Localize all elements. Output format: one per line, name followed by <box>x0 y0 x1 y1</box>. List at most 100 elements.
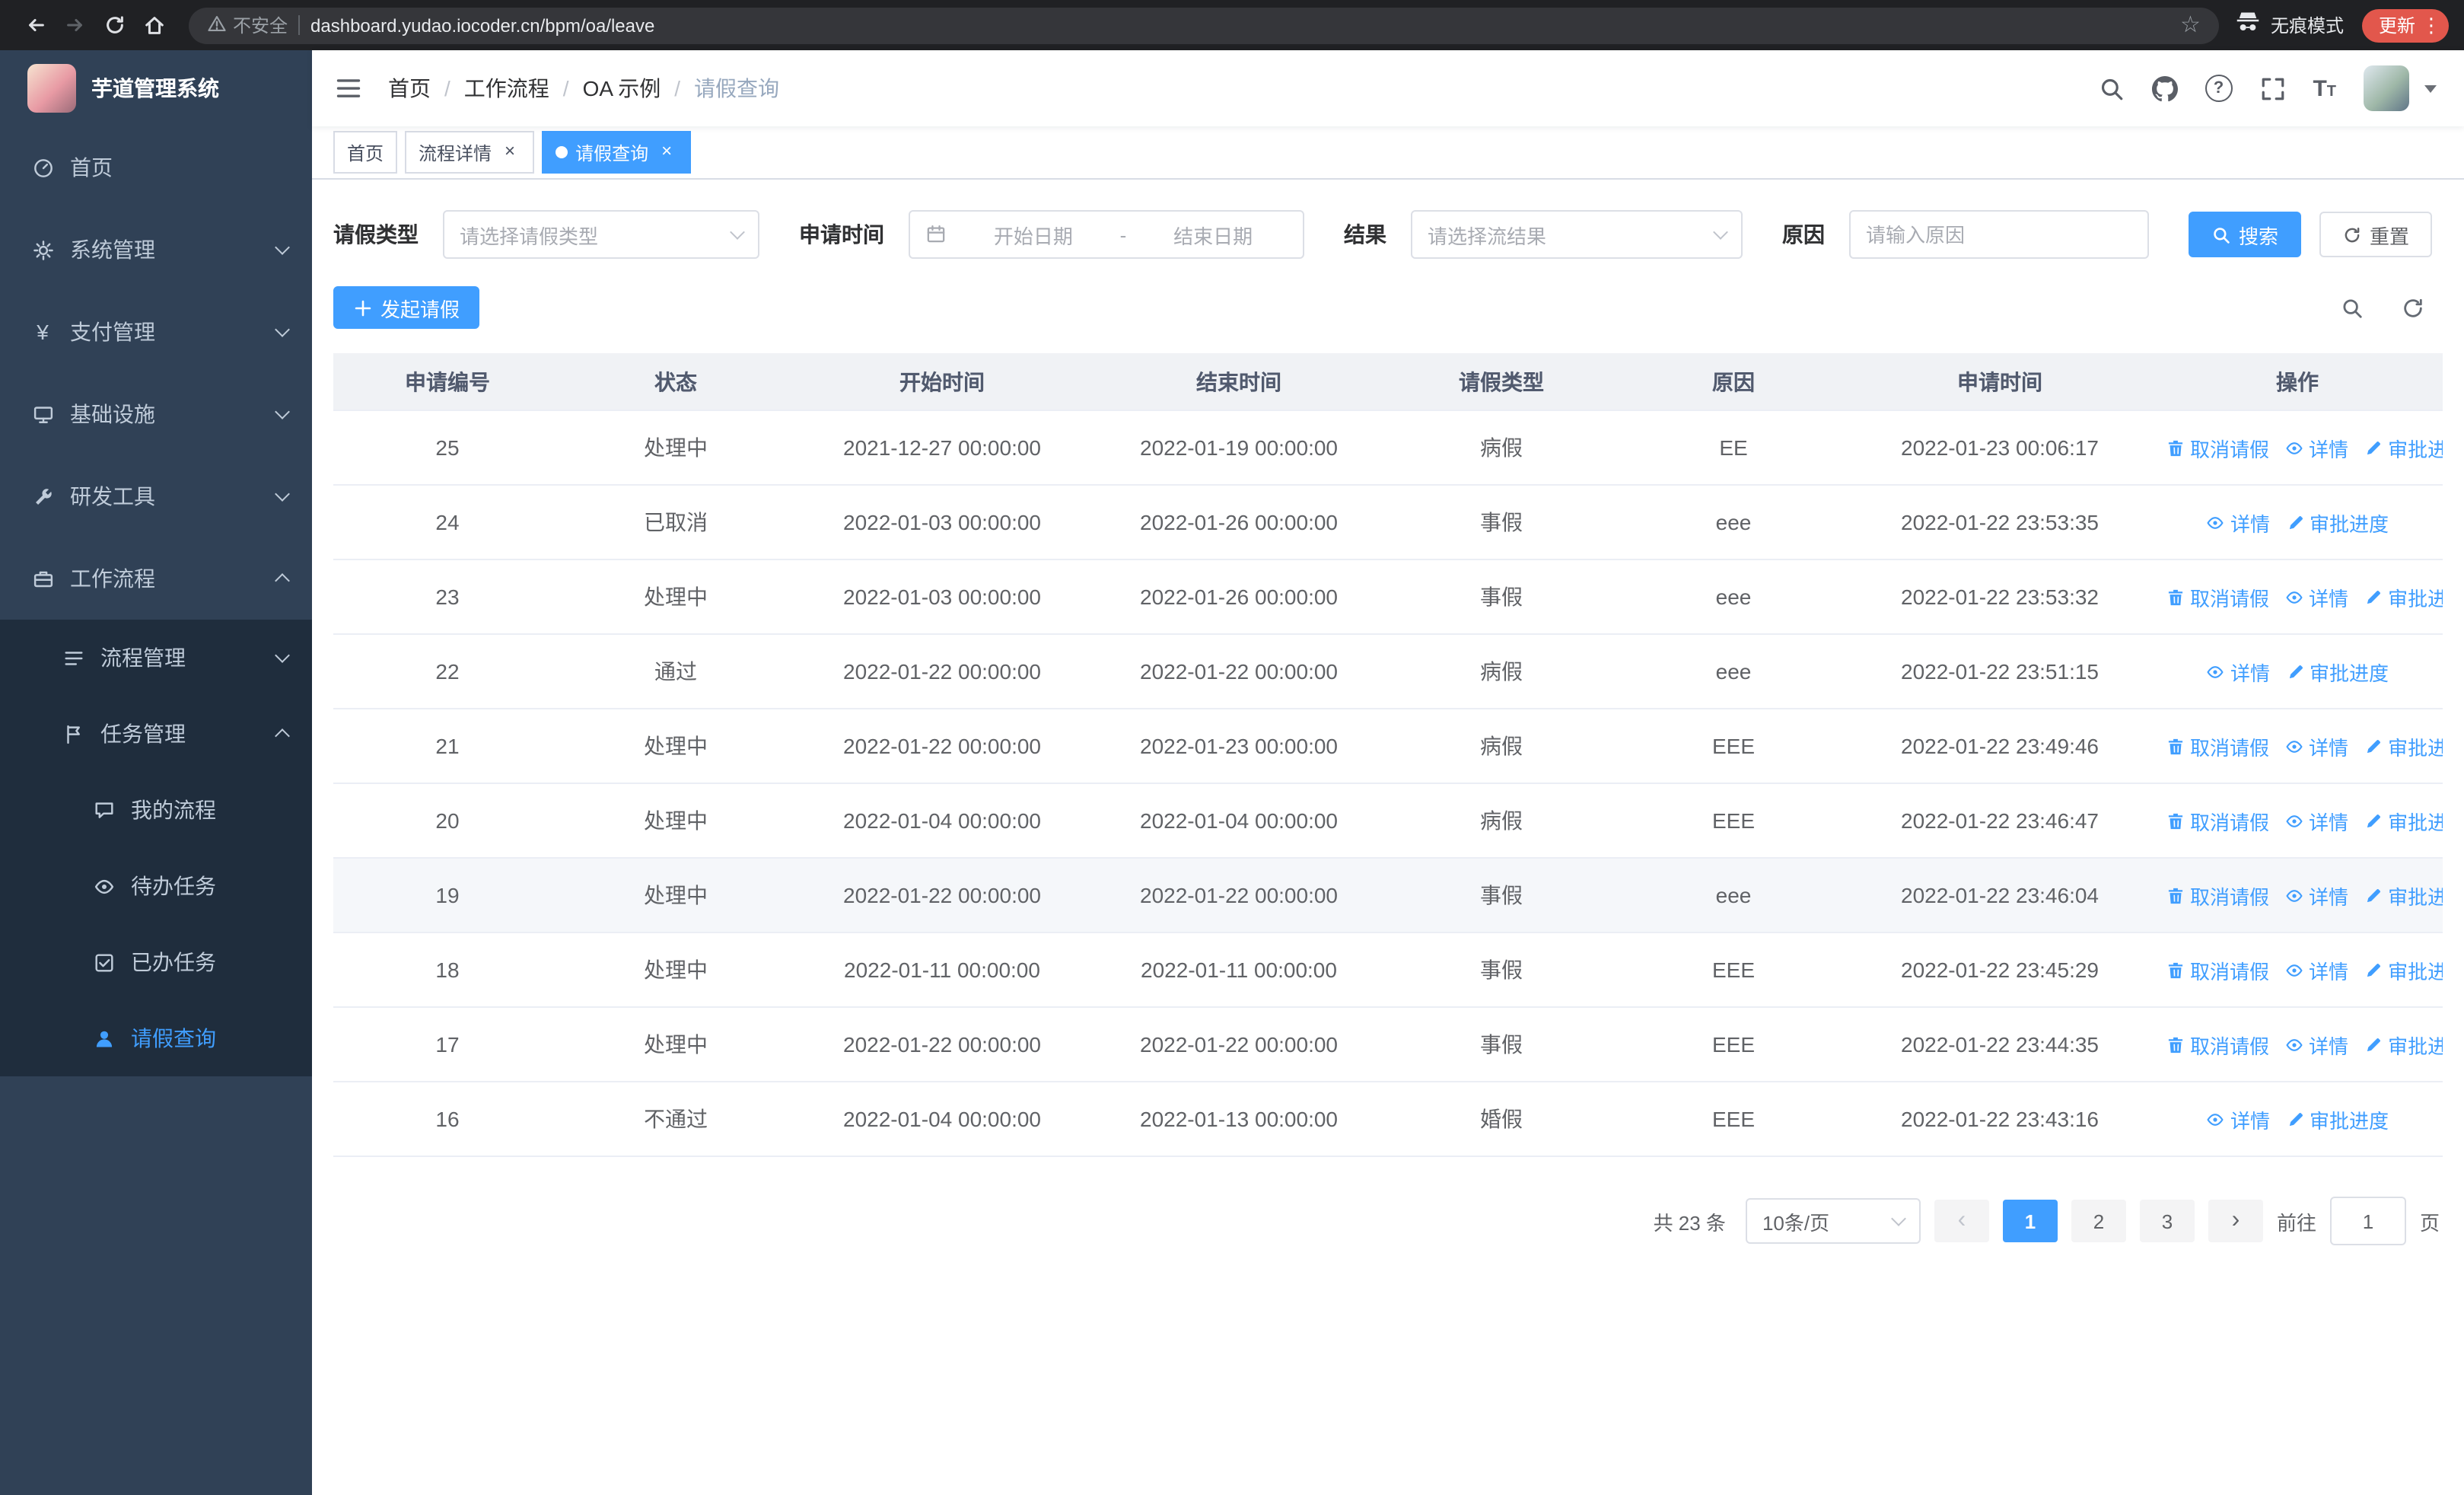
refresh-table-icon[interactable] <box>2394 289 2431 326</box>
action-approval-progress[interactable]: 审批进度 <box>2364 433 2443 462</box>
page-button-3[interactable]: 3 <box>2139 1200 2195 1242</box>
table-row: 25 处理中 2021-12-27 00:00:00 2022-01-19 00… <box>333 410 2443 486</box>
page-button-1[interactable]: 1 <box>2002 1200 2058 1242</box>
action-approval-progress[interactable]: 审批进度 <box>2364 955 2443 984</box>
sidebar-item-leave-query[interactable]: 请假查询 <box>0 1000 312 1076</box>
security-warning[interactable]: 不安全 <box>207 12 288 38</box>
sidebar-item-workflow[interactable]: 工作流程 <box>0 537 312 620</box>
action-cancel-leave[interactable]: 取消请假 <box>2166 806 2269 835</box>
cell-apply-id: 25 <box>333 410 562 486</box>
sidebar-item-system-management[interactable]: 系统管理 <box>0 209 312 291</box>
chevron-down-icon <box>275 240 290 255</box>
action-approval-progress[interactable]: 审批进度 <box>2364 582 2443 611</box>
page-size-select[interactable]: 10条/页 <box>1745 1198 1921 1244</box>
action-detail[interactable]: 详情 <box>2206 508 2270 537</box>
browser-home-button[interactable] <box>134 5 173 45</box>
next-page-button[interactable]: › <box>2208 1200 2263 1242</box>
tab-home[interactable]: 首页 <box>333 131 398 174</box>
total-count: 共 23 条 <box>1653 1211 1726 1234</box>
sidebar-item-infrastructure[interactable]: 基础设施 <box>0 373 312 455</box>
breadcrumb-item-oa-example[interactable]: OA 示例 <box>583 73 661 104</box>
action-detail[interactable]: 详情 <box>2284 955 2348 984</box>
browser-update-button[interactable]: 更新 ⋮ <box>2361 8 2449 42</box>
apply-time-range-picker[interactable]: 开始日期 - 结束日期 <box>909 210 1304 259</box>
tab-leave-query[interactable]: 请假查询 × <box>542 131 692 174</box>
plus-icon <box>355 299 371 316</box>
sidebar-toggle-button[interactable] <box>333 73 364 104</box>
cell-start-time: 2021-12-27 00:00:00 <box>790 410 1094 486</box>
edit-icon <box>2364 1034 2383 1054</box>
leave-type-select[interactable]: 请选择请假类型 <box>443 210 759 259</box>
address-bar[interactable]: 不安全 dashboard.yudao.iocoder.cn/bpm/oa/le… <box>189 7 2219 43</box>
chevron-up-icon <box>275 728 290 744</box>
action-cancel-leave[interactable]: 取消请假 <box>2166 732 2269 760</box>
page-button-2[interactable]: 2 <box>2071 1200 2126 1242</box>
action-approval-progress[interactable]: 审批进度 <box>2364 806 2443 835</box>
browser-back-button[interactable] <box>15 5 55 45</box>
action-cancel-leave[interactable]: 取消请假 <box>2166 582 2269 611</box>
breadcrumb-separator: / <box>674 76 681 100</box>
tab-close-icon[interactable]: × <box>499 141 520 163</box>
sidebar-item-my-processes[interactable]: 我的流程 <box>0 772 312 848</box>
search-toggle-icon[interactable] <box>2333 289 2370 326</box>
search-button[interactable]: 搜索 <box>2189 212 2302 257</box>
github-icon[interactable] <box>2151 75 2178 101</box>
reason-input[interactable] <box>1849 210 2149 259</box>
update-label: 更新 <box>2378 15 2415 37</box>
reset-button[interactable]: 重置 <box>2319 212 2433 257</box>
sidebar-item-home[interactable]: 首页 <box>0 126 312 209</box>
search-icon[interactable] <box>2098 75 2124 101</box>
action-approval-progress[interactable]: 审批进度 <box>2285 1105 2389 1133</box>
goto-page-input[interactable] <box>2329 1197 2406 1245</box>
action-approval-progress[interactable]: 审批进度 <box>2285 508 2389 537</box>
cell-reason: EEE <box>1619 1082 1848 1157</box>
cell-leave-type: 病假 <box>1383 410 1619 486</box>
action-cancel-leave[interactable]: 取消请假 <box>2166 433 2269 462</box>
action-cancel-leave[interactable]: 取消请假 <box>2166 1030 2269 1059</box>
sidebar-item-task-management[interactable]: 任务管理 <box>0 696 312 772</box>
user-avatar[interactable] <box>2364 65 2409 111</box>
action-cancel-leave[interactable]: 取消请假 <box>2166 955 2269 984</box>
fullscreen-icon[interactable] <box>2259 75 2285 101</box>
browser-forward-button[interactable] <box>55 5 94 45</box>
table-row: 20 处理中 2022-01-04 00:00:00 2022-01-04 00… <box>333 783 2443 859</box>
action-detail[interactable]: 详情 <box>2206 657 2270 686</box>
help-icon[interactable]: ? <box>2205 75 2233 102</box>
sidebar-item-devtools[interactable]: 研发工具 <box>0 455 312 537</box>
result-select[interactable]: 请选择流结果 <box>1411 210 1743 259</box>
cell-apply-time: 2022-01-22 23:43:16 <box>1848 1082 2152 1157</box>
cell-start-time: 2022-01-22 00:00:00 <box>790 858 1094 933</box>
action-detail[interactable]: 详情 <box>2284 433 2348 462</box>
breadcrumb-item-workflow[interactable]: 工作流程 <box>464 73 549 104</box>
app-logo-row[interactable]: 芋道管理系统 <box>0 50 312 126</box>
action-detail[interactable]: 详情 <box>2284 806 2348 835</box>
prev-page-button[interactable]: ‹ <box>1934 1200 1989 1242</box>
sidebar-item-payment-management[interactable]: ¥ 支付管理 <box>0 291 312 373</box>
bookmark-star-icon[interactable]: ☆ <box>2180 14 2201 37</box>
browser-refresh-button[interactable] <box>94 5 134 45</box>
action-detail[interactable]: 详情 <box>2206 1105 2270 1133</box>
chevron-down-icon[interactable] <box>2424 84 2437 92</box>
browser-menu-icon[interactable]: ⋮ <box>2421 13 2441 37</box>
tab-process-detail[interactable]: 流程详情 × <box>405 131 535 174</box>
action-approval-progress[interactable]: 审批进度 <box>2364 1030 2443 1059</box>
edit-icon <box>2364 736 2383 756</box>
sidebar-item-todo-tasks[interactable]: 待办任务 <box>0 848 312 924</box>
font-size-icon[interactable]: TT <box>2313 77 2336 100</box>
action-detail[interactable]: 详情 <box>2284 1030 2348 1059</box>
tab-close-icon[interactable]: × <box>656 141 677 163</box>
action-cancel-leave[interactable]: 取消请假 <box>2166 881 2269 910</box>
action-approval-progress[interactable]: 审批进度 <box>2364 732 2443 760</box>
breadcrumb-item-home[interactable]: 首页 <box>388 73 431 104</box>
cell-status: 处理中 <box>562 932 790 1008</box>
sidebar-item-process-management[interactable]: 流程管理 <box>0 620 312 696</box>
create-leave-button[interactable]: 发起请假 <box>333 286 480 329</box>
action-detail[interactable]: 详情 <box>2284 881 2348 910</box>
start-date-placeholder: 开始日期 <box>993 225 1073 247</box>
sidebar-item-done-tasks[interactable]: 已办任务 <box>0 924 312 1000</box>
action-detail[interactable]: 详情 <box>2284 732 2348 760</box>
action-detail[interactable]: 详情 <box>2284 582 2348 611</box>
action-approval-progress[interactable]: 审批进度 <box>2285 657 2389 686</box>
action-approval-progress[interactable]: 审批进度 <box>2364 881 2443 910</box>
cell-reason: EEE <box>1619 709 1848 784</box>
